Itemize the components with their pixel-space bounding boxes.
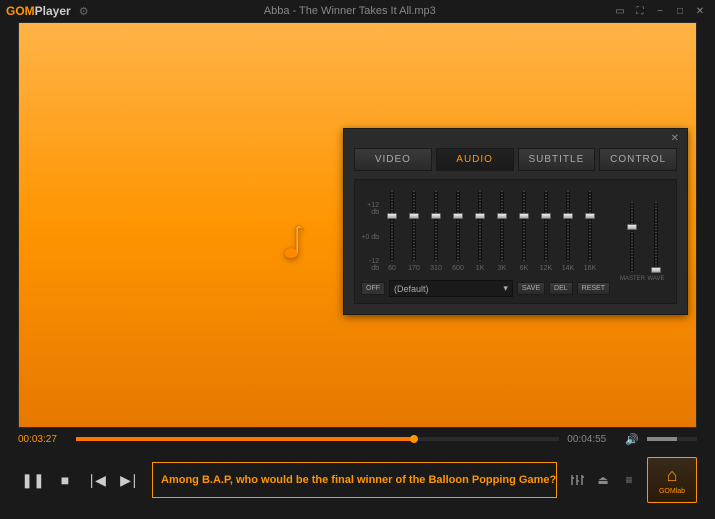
gear-icon[interactable]: ⚙ — [79, 5, 89, 18]
eq-band-12K[interactable]: 12K — [537, 191, 555, 272]
eq-scale: +12 db +0 db -12 db — [361, 202, 383, 272]
eq-band-1K[interactable]: 1K — [471, 191, 489, 272]
prev-button[interactable]: ∣◀ — [82, 462, 112, 498]
compact-icon[interactable]: ▭ — [611, 4, 629, 18]
fullscreen-icon[interactable]: ⛶ — [631, 4, 649, 18]
eq-band-3K[interactable]: 3K — [493, 191, 511, 272]
equalizer: +12 db +0 db -12 db 601703106001K3K6K12K… — [354, 179, 677, 304]
eq-reset-button[interactable]: RESET — [577, 282, 610, 295]
eq-off-button[interactable]: OFF — [361, 282, 385, 295]
volume-icon[interactable]: 🔊 — [625, 433, 639, 446]
gomlab-button[interactable]: ⌂ GOMlab — [647, 457, 697, 503]
eject-button[interactable]: ⏏ — [591, 468, 615, 492]
wave-slider[interactable] — [647, 202, 665, 272]
playlist-button[interactable]: ≡ — [617, 468, 641, 492]
video-area[interactable]: ✕ VIDEO AUDIO SUBTITLE CONTROL +12 db +0… — [18, 22, 697, 428]
eq-band-60[interactable]: 60 — [383, 191, 401, 272]
settings-panel: ✕ VIDEO AUDIO SUBTITLE CONTROL +12 db +0… — [343, 128, 688, 315]
panel-close-icon[interactable]: ✕ — [344, 129, 687, 144]
tab-audio[interactable]: AUDIO — [436, 148, 514, 171]
tab-video[interactable]: VIDEO — [354, 148, 432, 171]
eq-band-6K[interactable]: 6K — [515, 191, 533, 272]
wave-label: WAVE — [644, 276, 668, 282]
eq-band-310[interactable]: 310 — [427, 191, 445, 272]
eq-del-button[interactable]: DEL — [549, 282, 573, 295]
gomlab-label: GOMlab — [659, 488, 685, 495]
music-note-icon — [281, 223, 311, 263]
eq-band-170[interactable]: 170 — [405, 191, 423, 272]
home-icon: ⌂ — [667, 465, 678, 486]
eq-band-14K[interactable]: 14K — [559, 191, 577, 272]
controls-row: ❚❚ ■ ∣◀ ▶∣ Among B.A.P, who would be the… — [0, 448, 715, 506]
progress-row: 00:03:27 00:04:55 🔊 — [0, 428, 715, 448]
time-current: 00:03:27 — [18, 434, 68, 445]
app-logo: GOMPlayer — [6, 4, 71, 18]
tab-control[interactable]: CONTROL — [599, 148, 677, 171]
stop-button[interactable]: ■ — [50, 462, 80, 498]
titlebar: GOMPlayer ⚙ Abba - The Winner Takes It A… — [0, 0, 715, 22]
eq-save-button[interactable]: SAVE — [517, 282, 545, 295]
window-title: Abba - The Winner Takes It All.mp3 — [89, 5, 611, 17]
progress-bar[interactable] — [76, 437, 559, 441]
panel-tabs: VIDEO AUDIO SUBTITLE CONTROL — [344, 144, 687, 179]
pause-button[interactable]: ❚❚ — [18, 462, 48, 498]
equalizer-button[interactable] — [565, 468, 589, 492]
news-ticker[interactable]: Among B.A.P, who would be the final winn… — [152, 462, 557, 498]
eq-band-600[interactable]: 600 — [449, 191, 467, 272]
eq-preset-select[interactable]: (Default) ▾ — [389, 280, 513, 297]
eq-preset-label: (Default) — [394, 284, 429, 294]
eq-band-16K[interactable]: 16K — [581, 191, 599, 272]
tab-subtitle[interactable]: SUBTITLE — [518, 148, 596, 171]
maximize-icon[interactable]: □ — [671, 4, 689, 18]
time-total: 00:04:55 — [567, 434, 617, 445]
master-slider[interactable] — [623, 202, 641, 272]
next-button[interactable]: ▶∣ — [114, 462, 144, 498]
close-icon[interactable]: ✕ — [691, 4, 709, 18]
volume-bar[interactable] — [647, 437, 697, 441]
chevron-down-icon: ▾ — [503, 283, 508, 294]
master-label: MASTER — [620, 276, 644, 282]
minimize-icon[interactable]: − — [651, 4, 669, 18]
